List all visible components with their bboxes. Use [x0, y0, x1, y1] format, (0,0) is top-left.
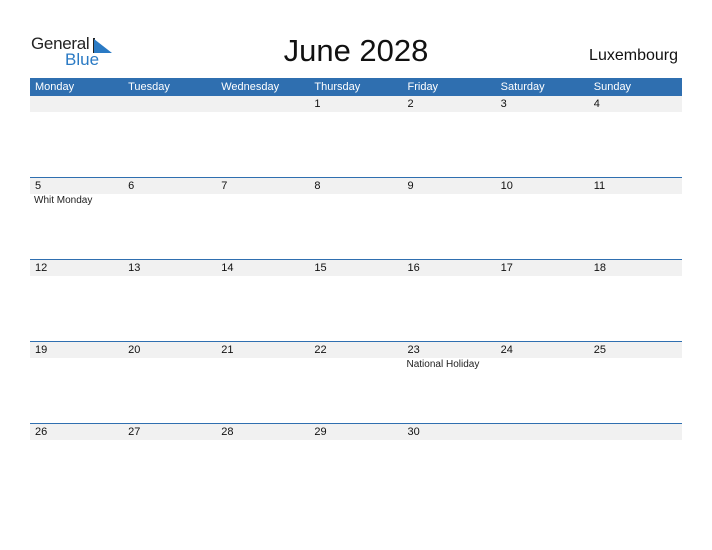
day-number: 15 [314, 262, 327, 274]
day-number: 13 [128, 262, 141, 274]
holiday-note [309, 358, 402, 372]
day-number: 5 [35, 180, 42, 192]
day-number: 12 [35, 262, 48, 274]
holiday-note [496, 358, 589, 372]
day-number: 22 [314, 344, 327, 356]
day-number: 9 [407, 180, 414, 192]
day-number [30, 96, 123, 112]
holiday-note: Whit Monday [34, 195, 93, 206]
day-number: 21 [221, 344, 234, 356]
day-number: 19 [35, 344, 48, 356]
day-number: 3 [500, 98, 507, 110]
holiday-note [216, 358, 309, 372]
day-number: 27 [128, 426, 141, 438]
holiday-note [589, 358, 682, 372]
weekday-saturday: Saturday [500, 81, 545, 93]
weekday-header: Monday Tuesday Wednesday Thursday Friday… [30, 78, 682, 96]
day-number: 18 [593, 262, 606, 274]
day-number: 8 [314, 180, 321, 192]
day-number: 14 [221, 262, 234, 274]
weekday-wednesday: Wednesday [221, 81, 280, 93]
day-number: 6 [128, 180, 135, 192]
day-number: 29 [314, 426, 327, 438]
holiday-note [123, 194, 216, 208]
week-row: 26 27 28 29 30 [30, 423, 682, 505]
day-number: 28 [221, 426, 234, 438]
weekday-tuesday: Tuesday [128, 81, 170, 93]
day-number: 25 [593, 344, 606, 356]
week-row: 19 20 21 22 23 24 25 National Holiday [30, 341, 682, 423]
week-row: 1 2 3 4 [30, 96, 682, 177]
weekday-monday: Monday [35, 81, 75, 93]
notes-row: Whit Monday [30, 194, 682, 208]
week-row: 12 13 14 15 16 17 18 [30, 259, 682, 341]
day-number: 4 [593, 98, 600, 110]
holiday-note [496, 194, 589, 208]
day-number: 17 [500, 262, 513, 274]
day-number: 26 [35, 426, 48, 438]
weekday-friday: Friday [407, 81, 439, 93]
holiday-note [123, 358, 216, 372]
holiday-note [403, 194, 496, 208]
holiday-note [309, 194, 402, 208]
weekday-thursday: Thursday [314, 81, 361, 93]
date-strip: 1 2 3 4 [30, 96, 682, 112]
holiday-note [216, 194, 309, 208]
weekday-sunday: Sunday [593, 81, 632, 93]
day-number [589, 424, 682, 440]
date-strip: 19 20 21 22 23 24 25 [30, 342, 682, 358]
holiday-note [30, 358, 123, 372]
day-number: 23 [407, 344, 420, 356]
calendar-grid: Monday Tuesday Wednesday Thursday Friday… [30, 78, 682, 505]
day-number: 7 [221, 180, 228, 192]
day-number [123, 96, 216, 112]
date-strip: 5 6 7 8 9 10 11 [30, 178, 682, 194]
day-number: 20 [128, 344, 141, 356]
day-number: 10 [500, 180, 513, 192]
country-label: Luxembourg [589, 47, 678, 64]
day-number [216, 96, 309, 112]
date-strip: 26 27 28 29 30 [30, 424, 682, 440]
date-strip: 12 13 14 15 16 17 18 [30, 260, 682, 276]
day-number: 30 [407, 426, 420, 438]
day-number [496, 424, 589, 440]
holiday-note [589, 194, 682, 208]
day-number: 11 [593, 180, 606, 192]
holiday-note: National Holiday [406, 359, 480, 370]
day-number: 2 [407, 98, 414, 110]
notes-row: National Holiday [30, 358, 682, 372]
day-number: 24 [500, 344, 513, 356]
day-number: 16 [407, 262, 420, 274]
day-number: 1 [314, 98, 321, 110]
week-row: 5 6 7 8 9 10 11 Whit Monday [30, 177, 682, 259]
